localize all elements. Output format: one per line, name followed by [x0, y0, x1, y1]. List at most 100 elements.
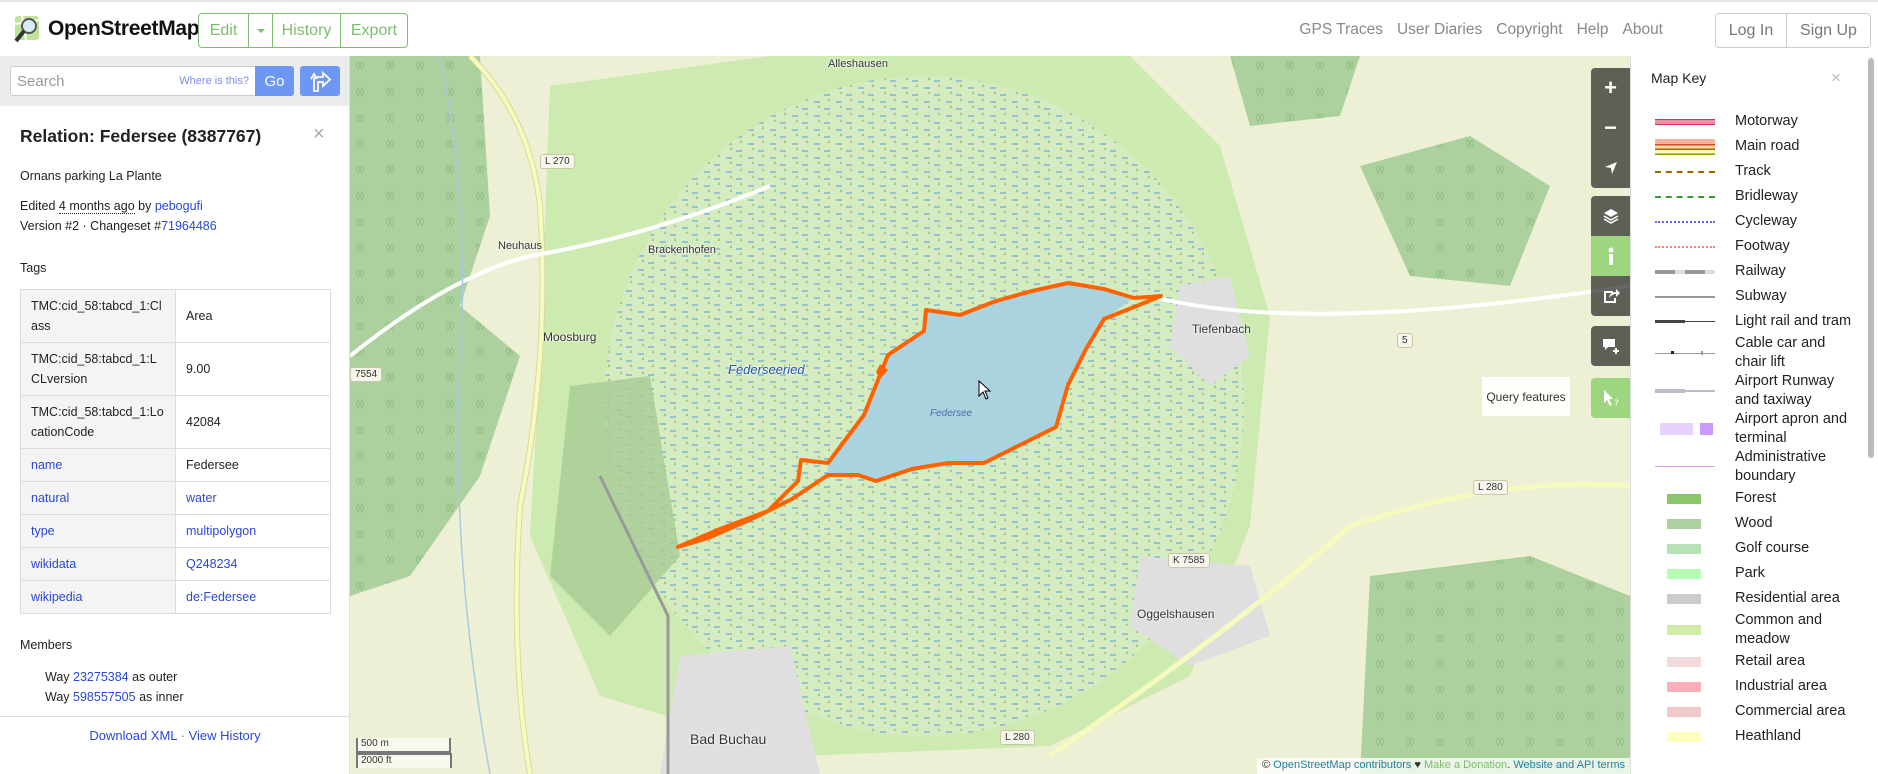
member-item: Way 23275384 as outer — [45, 667, 184, 687]
map-key-swatch — [1655, 112, 1715, 132]
history-button[interactable]: History — [273, 14, 341, 47]
signup-button[interactable]: Sign Up — [1787, 14, 1870, 47]
map-key-item: Wood — [1655, 511, 1855, 536]
tag-key[interactable]: type — [20, 514, 176, 548]
share-button[interactable] — [1591, 276, 1630, 316]
tag-value[interactable]: Q248234 — [175, 547, 331, 581]
search-input[interactable]: Search Where is this? — [10, 66, 256, 96]
map-key-label: Track — [1735, 163, 1771, 179]
osm-logo-icon — [14, 15, 40, 43]
map-key-item: Cycleway — [1655, 209, 1855, 234]
edit-dropdown-button[interactable] — [249, 14, 273, 47]
tag-key[interactable]: wikidata — [20, 547, 176, 581]
map-key-swatch — [1655, 564, 1715, 584]
contributors-link[interactable]: OpenStreetMap contributors — [1273, 759, 1411, 771]
nav-about[interactable]: About — [1622, 21, 1663, 39]
map-key-label: Industrial area — [1735, 678, 1827, 694]
tag-row: wikidata Q248234 — [20, 547, 331, 581]
close-map-key-icon[interactable]: × — [1831, 68, 1841, 88]
download-xml-link[interactable]: Download XML — [89, 728, 177, 743]
tag-value: Area — [175, 289, 331, 343]
nav-gps-traces[interactable]: GPS Traces — [1299, 21, 1383, 39]
map-key-scrollbar[interactable] — [1868, 58, 1876, 458]
map-key-label: Bridleway — [1735, 188, 1798, 204]
map-key-item: Residential area — [1655, 586, 1855, 611]
map-key-swatch — [1655, 489, 1715, 509]
member-type: Way — [45, 670, 74, 684]
edit-button[interactable]: Edit — [199, 14, 249, 47]
map-key-button[interactable] — [1591, 236, 1630, 276]
tag-row: TMC:cid_58:tabcd_1:LCLversion 9.00 — [20, 342, 331, 396]
terms-link[interactable]: Website and API terms — [1513, 759, 1625, 771]
top-nav: GPS Traces User Diaries Copyright Help A… — [1299, 21, 1663, 39]
tag-key[interactable]: natural — [20, 481, 176, 515]
info-icon — [1608, 247, 1613, 265]
map-key-label: Main road — [1735, 138, 1800, 154]
map-key-label: Forest — [1735, 490, 1777, 506]
nav-help[interactable]: Help — [1577, 21, 1609, 39]
map-key-swatch — [1655, 343, 1715, 363]
map-key-label: Heathland — [1735, 728, 1802, 744]
changeset-link[interactable]: 71964486 — [161, 219, 217, 233]
locate-button[interactable] — [1591, 148, 1630, 188]
go-button[interactable]: Go — [255, 66, 294, 96]
edited-time: 4 months ago — [58, 199, 135, 214]
add-note-button[interactable] — [1591, 326, 1630, 366]
member-way-link[interactable]: 598557505 — [73, 690, 136, 704]
map-label-k7585: K 7585 — [1168, 553, 1210, 568]
brand-name: OpenStreetMap — [48, 17, 200, 40]
scale-imperial: 2000 ft — [356, 753, 452, 768]
caret-down-icon — [256, 28, 265, 33]
tag-value[interactable]: water — [175, 481, 331, 515]
map-key-item: Subway — [1655, 284, 1855, 309]
member-role: as outer — [128, 670, 178, 684]
map-key-item: Airport Runway and taxiway — [1655, 372, 1855, 410]
map-key-swatch — [1655, 212, 1715, 232]
where-is-this-link[interactable]: Where is this? — [179, 75, 249, 87]
map-attribution: © OpenStreetMap contributors ♥ Make a Do… — [1257, 758, 1630, 774]
map-key-label: Common and meadow — [1735, 612, 1823, 647]
edited-line: Edited 4 months ago by pebogufi — [20, 199, 203, 214]
map-label-l280-east: L 280 — [1473, 480, 1508, 495]
map-key-swatch — [1655, 620, 1715, 640]
tag-key[interactable]: wikipedia — [20, 580, 176, 614]
map-key-item: Forest — [1655, 486, 1855, 511]
zoom-in-button[interactable]: + — [1591, 68, 1630, 108]
search-bar: Search Where is this? Go — [0, 56, 349, 106]
export-button[interactable]: Export — [341, 14, 407, 47]
map-key-swatch — [1655, 262, 1715, 282]
map-key-swatch — [1655, 539, 1715, 559]
view-history-link[interactable]: View History — [189, 728, 261, 743]
map-key-swatch — [1655, 677, 1715, 697]
tag-value: 9.00 — [175, 342, 331, 396]
map-key-swatch — [1655, 187, 1715, 207]
map-key-swatch — [1655, 589, 1715, 609]
scrollbar-thumb[interactable] — [1868, 58, 1874, 458]
map-key-item: Main road — [1655, 134, 1855, 159]
brand-logo[interactable]: OpenStreetMap — [12, 14, 200, 44]
close-sidebar-icon[interactable]: × — [313, 123, 325, 146]
login-button[interactable]: Log In — [1716, 14, 1787, 47]
directions-button[interactable] — [300, 66, 340, 96]
nav-copyright[interactable]: Copyright — [1496, 21, 1562, 39]
tag-key[interactable]: name — [20, 448, 176, 482]
zoom-out-button[interactable]: − — [1591, 108, 1630, 148]
map-label-road-5: 5 — [1397, 333, 1413, 348]
nav-user-diaries[interactable]: User Diaries — [1397, 21, 1482, 39]
share-icon — [1603, 289, 1620, 303]
sidebar-footer: Download XML · View History — [0, 716, 350, 743]
map-key-item: Motorway — [1655, 109, 1855, 134]
donate-link[interactable]: Make a Donation — [1424, 759, 1507, 771]
forest-area-southeast — [1360, 556, 1630, 774]
map-key-item: Bridleway — [1655, 184, 1855, 209]
query-features-button[interactable]: ? — [1591, 378, 1630, 418]
query-icon: ? — [1603, 390, 1619, 408]
tag-key: TMC:cid_58:tabcd_1:LCLversion — [20, 342, 176, 396]
user-link[interactable]: pebogufi — [155, 199, 203, 213]
layers-button[interactable] — [1591, 196, 1630, 236]
map-canvas[interactable]: Alleshausen L 270 Neuhaus Brackenhofen M… — [350, 56, 1630, 774]
map-key-label: Airport Runway and taxiway — [1735, 373, 1835, 408]
member-way-link[interactable]: 23275384 — [73, 670, 129, 684]
tag-value[interactable]: multipolygon — [175, 514, 331, 548]
tag-value[interactable]: de:Federsee — [175, 580, 331, 614]
